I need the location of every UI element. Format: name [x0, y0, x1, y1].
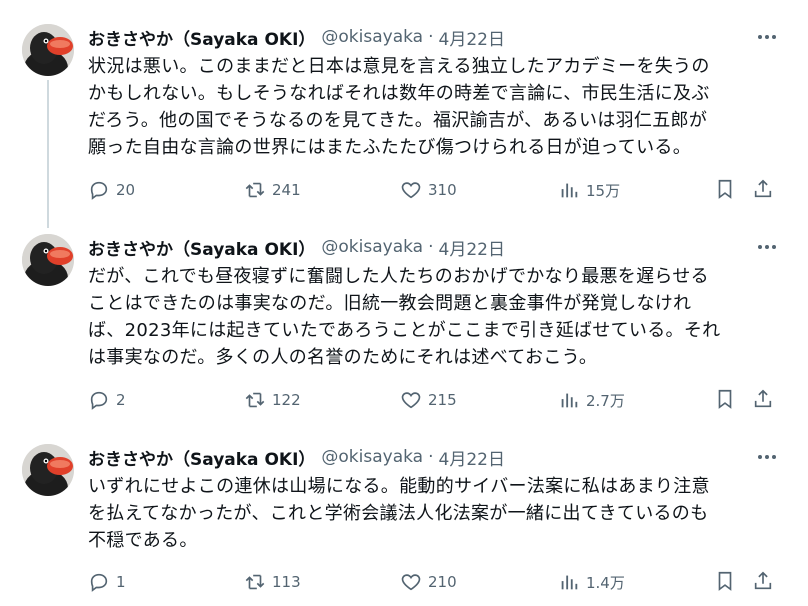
- bookmark-button[interactable]: [714, 388, 738, 412]
- views-icon: [561, 575, 578, 590]
- more-icon[interactable]: [752, 234, 782, 260]
- user-handle[interactable]: @okisayaka: [321, 447, 423, 467]
- action-bar: 2 122 215 2.7万: [88, 388, 788, 412]
- like-button[interactable]: 310: [400, 178, 457, 202]
- display-name[interactable]: おきさやか（Sayaka OKI）: [88, 235, 315, 260]
- separator-dot: ·: [428, 237, 434, 257]
- tweet-text: いずれにせよこの連休は山場になる。能動的サイバー法案に私はあまり注意 を払えてな…: [88, 473, 782, 554]
- avatar[interactable]: [22, 234, 74, 286]
- text-line: ことはできたのは事実なのだ。旧統一教会問題と裏金事件が発覚しなけれ: [88, 293, 692, 314]
- text-line: いずれにせよこの連休は山場になる。能動的サイバー法案に私はあまり注意: [88, 476, 710, 497]
- reply-button[interactable]: 2: [88, 388, 126, 412]
- like-button[interactable]: 210: [400, 570, 457, 594]
- like-icon: [401, 182, 421, 199]
- views-count: 1.4万: [586, 573, 625, 592]
- more-icon[interactable]: [752, 24, 782, 50]
- reply-count: 1: [116, 573, 126, 591]
- user-handle[interactable]: @okisayaka: [321, 237, 423, 257]
- post-date[interactable]: 4月22日: [439, 25, 505, 50]
- retweet-count: 122: [272, 391, 301, 409]
- share-button[interactable]: [752, 388, 776, 412]
- text-line: 願った自由な言論の世界にはまたふたたび傷つけられる日が迫っている。: [88, 137, 691, 158]
- views-count: 2.7万: [586, 391, 625, 410]
- reply-icon: [90, 181, 108, 200]
- like-button[interactable]: 215: [400, 388, 457, 412]
- retweet-icon: [245, 182, 265, 198]
- thread-connector-line: [47, 80, 49, 228]
- text-line: だが、これでも昼夜寝ずに奮闘した人たちのおかげでかなり最悪を遅らせる: [88, 266, 709, 287]
- retweet-count: 241: [272, 181, 301, 199]
- bookmark-icon: [718, 389, 732, 409]
- share-icon: [754, 571, 772, 590]
- text-line: 不穏である。: [88, 530, 198, 551]
- like-count: 215: [428, 391, 457, 409]
- retweet-count: 113: [272, 573, 301, 591]
- reply-count: 20: [116, 181, 136, 199]
- action-bar: 1 113 210 1.4万: [88, 570, 788, 594]
- share-icon: [754, 389, 772, 408]
- retweet-icon: [245, 574, 265, 590]
- text-line: ば、2023年には起きていたであろうことがここまで引き延ばせている。それ: [88, 320, 721, 341]
- retweet-button[interactable]: 113: [244, 570, 301, 594]
- text-line: だろう。他の国でそうなるのを見てきた。福沢諭吉が、あるいは羽仁五郎が: [88, 110, 708, 131]
- reply-count: 2: [116, 391, 126, 409]
- share-icon: [754, 179, 772, 198]
- avatar[interactable]: [22, 444, 74, 496]
- text-line: 状況は悪い。このままだと日本は意見を言える独立したアカデミーを失うの: [88, 56, 710, 77]
- bookmark-button[interactable]: [714, 570, 738, 594]
- text-line: を払えてなかったが、これと学術会議法人化法案が一緒に出てきているのも: [88, 503, 709, 524]
- views-button[interactable]: 1.4万: [558, 570, 625, 594]
- like-count: 210: [428, 573, 457, 591]
- like-icon: [401, 392, 421, 409]
- like-icon: [401, 574, 421, 591]
- retweet-icon: [245, 392, 265, 408]
- text-line: は事実なのだ。多くの人の名誉のためにそれは述べておこう。: [88, 347, 598, 368]
- separator-dot: ·: [428, 27, 434, 47]
- retweet-button[interactable]: 241: [244, 178, 301, 202]
- post-date[interactable]: 4月22日: [439, 445, 505, 470]
- tweet-header: おきさやか（Sayaka OKI） @okisayaka · 4月22日: [88, 444, 505, 470]
- avatar[interactable]: [22, 24, 74, 76]
- views-count: 15万: [586, 181, 621, 200]
- bookmark-button[interactable]: [714, 178, 738, 202]
- reply-button[interactable]: 20: [88, 178, 135, 202]
- bookmark-icon: [718, 179, 732, 199]
- text-line: かもしれない。もしそうなればそれは数年の時差で言論に、市民生活に及ぶ: [88, 83, 710, 104]
- like-count: 310: [428, 181, 457, 199]
- retweet-button[interactable]: 122: [244, 388, 301, 412]
- views-icon: [561, 183, 578, 198]
- tweet-text: だが、これでも昼夜寝ずに奮闘した人たちのおかげでかなり最悪を遅らせる ことはでき…: [88, 263, 782, 371]
- share-button[interactable]: [752, 178, 776, 202]
- reply-icon: [90, 573, 108, 592]
- tweet-header: おきさやか（Sayaka OKI） @okisayaka · 4月22日: [88, 24, 505, 50]
- display-name[interactable]: おきさやか（Sayaka OKI）: [88, 445, 315, 470]
- reply-icon: [90, 391, 108, 410]
- more-icon[interactable]: [752, 444, 782, 470]
- separator-dot: ·: [428, 447, 434, 467]
- views-button[interactable]: 2.7万: [558, 388, 625, 412]
- post-date[interactable]: 4月22日: [439, 235, 505, 260]
- share-button[interactable]: [752, 570, 776, 594]
- tweet-header: おきさやか（Sayaka OKI） @okisayaka · 4月22日: [88, 234, 505, 260]
- user-handle[interactable]: @okisayaka: [321, 27, 423, 47]
- display-name[interactable]: おきさやか（Sayaka OKI）: [88, 25, 315, 50]
- tweet-text: 状況は悪い。このままだと日本は意見を言える独立したアカデミーを失うの かもしれな…: [88, 53, 782, 161]
- views-icon: [561, 393, 578, 408]
- bookmark-icon: [718, 571, 732, 591]
- reply-button[interactable]: 1: [88, 570, 126, 594]
- action-bar: 20 241 310 15万: [88, 178, 788, 202]
- views-button[interactable]: 15万: [558, 178, 620, 202]
